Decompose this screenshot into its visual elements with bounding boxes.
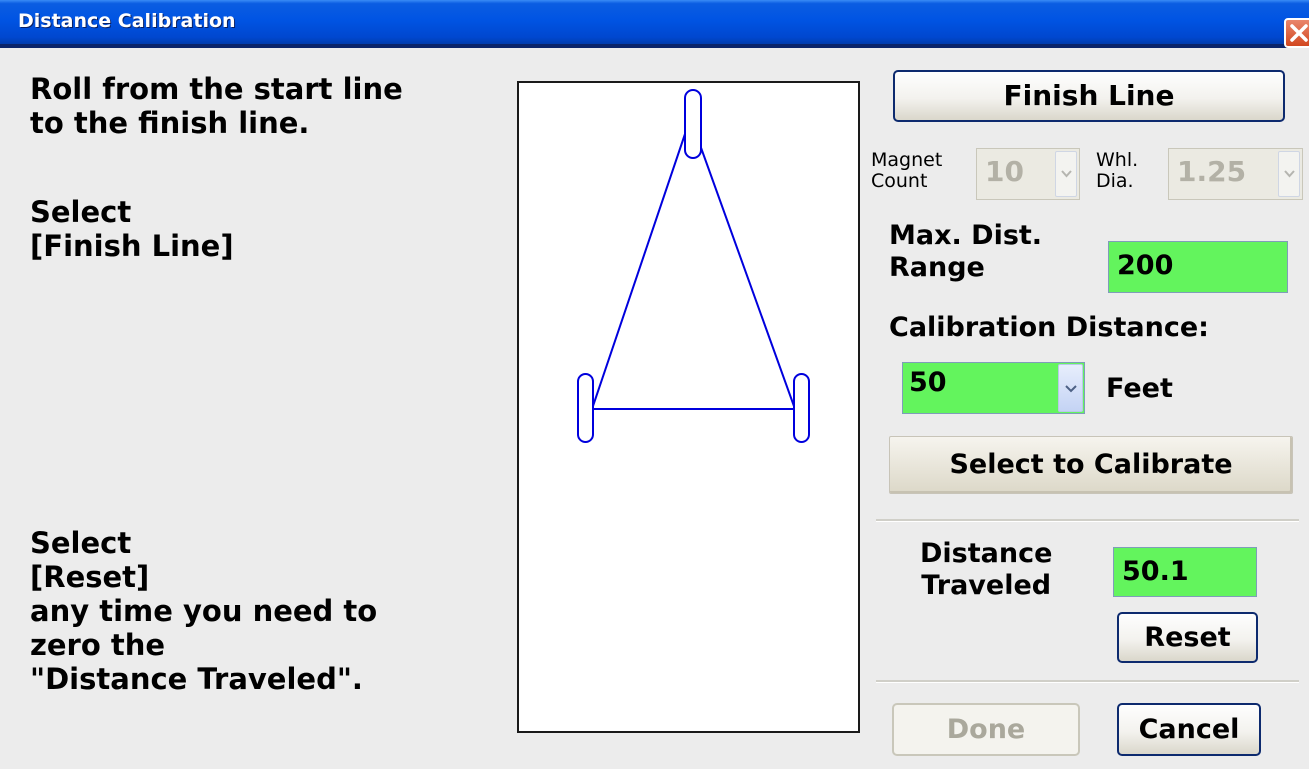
instruction-select-finish: Select [Finish Line] (30, 195, 234, 263)
front-wheel (684, 89, 702, 159)
max-dist-range-field[interactable]: 200 (1108, 241, 1288, 293)
distance-traveled-field: 50.1 (1113, 547, 1257, 597)
magnet-count-value: 10 (985, 155, 1024, 188)
wheel-dia-select[interactable]: 1.25 (1168, 148, 1303, 200)
wheel-dia-value: 1.25 (1177, 155, 1247, 188)
max-dist-range-label: Max. Dist. Range (889, 220, 1043, 283)
vehicle-diagram (577, 89, 810, 443)
calibration-unit-label: Feet (1106, 373, 1173, 404)
title-bar[interactable]: Distance Calibration (0, 0, 1309, 48)
window-title: Distance Calibration (18, 10, 236, 32)
wheel-dia-dropdown[interactable] (1278, 151, 1300, 197)
select-to-calibrate-button[interactable]: Select to Calibrate (889, 436, 1293, 494)
reset-button[interactable]: Reset (1117, 612, 1258, 663)
rear-right-wheel (793, 373, 810, 443)
dialog-client-area: Roll from the start line to the finish l… (0, 48, 1309, 769)
magnet-count-label: Magnet Count (871, 149, 943, 192)
instruction-roll: Roll from the start line to the finish l… (30, 72, 403, 140)
magnet-count-select[interactable]: 10 (976, 148, 1080, 200)
chevron-down-icon (1284, 170, 1295, 178)
chevron-down-icon (1061, 170, 1072, 178)
wheel-dia-label: Whl. Dia. (1096, 149, 1139, 192)
instruction-reset: Select [Reset] any time you need to zero… (30, 526, 378, 696)
divider-top (876, 519, 1299, 522)
cancel-button[interactable]: Cancel (1117, 703, 1261, 756)
vehicle-diagram-canvas (517, 81, 860, 733)
close-button[interactable] (1284, 18, 1309, 48)
calibration-distance-label: Calibration Distance: (889, 312, 1209, 343)
chevron-down-icon (1065, 385, 1077, 393)
frame-left-edge (591, 130, 687, 410)
dialog-window: Distance Calibration Roll from the start… (0, 0, 1309, 769)
calibration-distance-select[interactable]: 50 (902, 362, 1085, 414)
calibration-distance-dropdown[interactable] (1058, 364, 1083, 412)
frame-right-edge (694, 130, 796, 410)
done-button[interactable]: Done (892, 703, 1080, 756)
distance-traveled-label: Distance Traveled (920, 538, 1053, 601)
divider-bottom (876, 680, 1299, 683)
rear-left-wheel (577, 373, 594, 443)
magnet-count-dropdown[interactable] (1055, 151, 1077, 197)
finish-line-button[interactable]: Finish Line (893, 70, 1285, 122)
close-icon (1290, 24, 1308, 42)
calibration-distance-value: 50 (909, 367, 947, 398)
